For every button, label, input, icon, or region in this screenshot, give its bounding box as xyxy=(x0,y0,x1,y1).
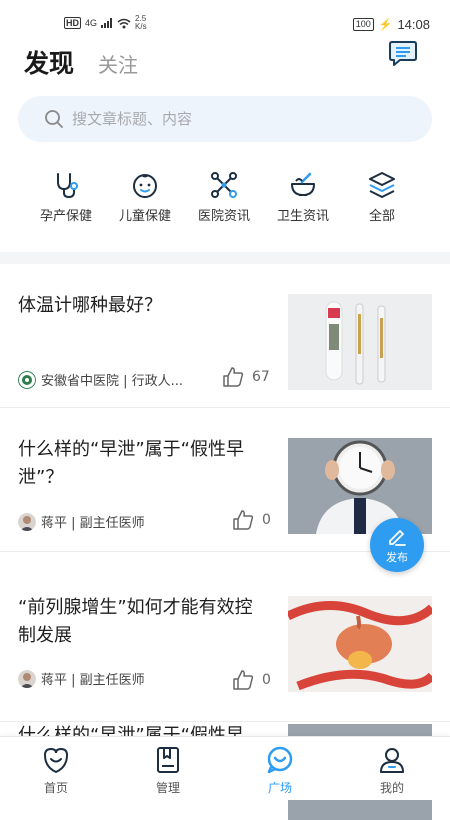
status-left: HD 4G 2.5 K/s xyxy=(64,15,147,31)
clock: 14:08 xyxy=(397,17,430,32)
article-author: 蒋平 | 副主任医师 xyxy=(41,516,145,531)
category-health-news[interactable]: 卫生资讯 xyxy=(258,170,348,224)
nav-manage[interactable]: 管理 xyxy=(128,745,208,796)
tab-discover[interactable]: 发现 xyxy=(24,44,74,80)
like-button[interactable]: 67 xyxy=(222,366,270,388)
thumbs-up-icon xyxy=(223,367,244,387)
like-count: 67 xyxy=(252,369,270,385)
status-bar: HD 4G 2.5 K/s 100 ⚡ 14:08 xyxy=(0,0,450,32)
speed-unit: K/s xyxy=(135,22,147,31)
charging-icon: ⚡ xyxy=(378,19,393,31)
like-count: 0 xyxy=(262,512,271,528)
article-title[interactable]: 体温计哪种最好？ xyxy=(18,292,268,320)
nav-label: 我的 xyxy=(379,781,404,795)
thumbs-up-icon xyxy=(233,670,254,690)
search-bar[interactable] xyxy=(18,96,432,142)
article-author: 蒋平 | 副主任医师 xyxy=(41,673,145,688)
article-card[interactable]: 体温计哪种最好？ 安徽省中医院 | 行政人... 67 xyxy=(0,264,450,408)
article-card[interactable]: “前列腺增生”如何才能有效控制发展 蒋平 | 副主任医师 0 xyxy=(0,552,450,722)
stethoscope-icon xyxy=(57,173,78,199)
category-maternal[interactable]: 孕产保健 xyxy=(21,170,111,224)
publish-button[interactable]: 发布 xyxy=(370,518,424,572)
plaza-chat-icon xyxy=(267,746,293,774)
hospital-logo-icon xyxy=(18,370,36,389)
message-icon[interactable] xyxy=(388,40,418,68)
thumbs-up-icon xyxy=(233,510,254,530)
category-hospital-news[interactable]: 医院资讯 xyxy=(179,170,269,224)
like-count: 0 xyxy=(262,672,271,688)
nav-label: 首页 xyxy=(43,781,68,795)
layers-icon xyxy=(369,172,395,198)
category-label: 卫生资讯 xyxy=(276,209,329,224)
battery-indicator: 100 xyxy=(352,18,374,31)
category-children[interactable]: 儿童保健 xyxy=(100,170,190,224)
article-meta: 蒋平 | 副主任医师 xyxy=(18,669,145,688)
article-meta: 安徽省中医院 | 行政人... xyxy=(18,370,183,389)
header-tabs: 发现 关注 xyxy=(24,44,138,80)
bookmark-book-icon xyxy=(157,747,179,773)
edit-icon xyxy=(389,530,406,546)
article-meta: 蒋平 | 副主任医师 xyxy=(18,512,145,531)
user-icon xyxy=(380,748,404,773)
section-divider xyxy=(0,252,450,264)
nav-label: 广场 xyxy=(267,781,292,795)
search-icon xyxy=(45,110,63,128)
baby-face-icon xyxy=(133,174,157,198)
category-label: 儿童保健 xyxy=(118,209,171,224)
network-icon xyxy=(211,172,237,198)
avatar xyxy=(18,669,36,688)
category-label: 全部 xyxy=(368,209,395,224)
bottom-nav: 首页 管理 广场 我的 xyxy=(0,736,450,800)
like-button[interactable]: 0 xyxy=(232,509,271,531)
network-speed: 2.5 K/s xyxy=(135,15,147,31)
nav-plaza[interactable]: 广场 xyxy=(240,745,320,796)
like-button[interactable]: 0 xyxy=(232,669,271,691)
home-smile-icon xyxy=(43,747,69,774)
hd-indicator: HD xyxy=(64,17,81,29)
tab-follow[interactable]: 关注 xyxy=(98,49,138,78)
prostate-image xyxy=(288,596,432,692)
category-all[interactable]: 全部 xyxy=(337,170,427,224)
article-thumbnail[interactable] xyxy=(288,294,432,390)
article-title[interactable]: 什么样的“早泄”属于“假性早泄”？ xyxy=(18,436,268,492)
article-title[interactable]: “前列腺增生”如何才能有效控制发展 xyxy=(18,594,268,650)
nav-label: 管理 xyxy=(155,781,180,795)
mortar-bowl-icon xyxy=(291,172,315,196)
wifi-icon xyxy=(117,18,131,28)
signal-icon xyxy=(101,18,113,28)
nav-mine[interactable]: 我的 xyxy=(352,745,432,796)
article-author: 安徽省中医院 | 行政人... xyxy=(41,374,184,389)
article-thumbnail[interactable] xyxy=(288,596,432,692)
category-label: 孕产保健 xyxy=(39,209,92,224)
thermometer-image xyxy=(288,294,432,390)
network-type: 4G xyxy=(85,18,98,28)
publish-label: 发布 xyxy=(386,551,408,564)
avatar xyxy=(18,512,36,531)
nav-home[interactable]: 首页 xyxy=(16,745,96,796)
category-row: 孕产保健 儿童保健 医院资讯 卫生资讯 全部 xyxy=(0,170,450,230)
status-right: 100 ⚡ 14:08 xyxy=(352,17,430,32)
search-input[interactable] xyxy=(72,110,372,128)
category-label: 医院资讯 xyxy=(197,209,250,224)
